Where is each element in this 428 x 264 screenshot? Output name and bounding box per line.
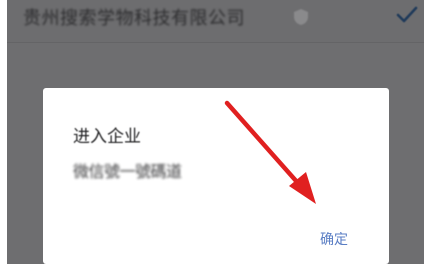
- confirm-button[interactable]: 确定: [320, 229, 348, 249]
- screen: 贵州搜索学物科技有限公司 进入企业 微信號一號碼道 确定: [0, 0, 428, 264]
- company-list-row[interactable]: 贵州搜索学物科技有限公司: [7, 0, 424, 43]
- dialog-title: 进入企业: [73, 127, 141, 147]
- check-icon[interactable]: [396, 6, 418, 24]
- dialog-message: 微信號一號碼道: [73, 162, 182, 181]
- shield-icon: [294, 9, 308, 25]
- enter-company-dialog: 进入企业 微信號一號碼道 确定: [43, 88, 389, 264]
- company-name: 贵州搜索学物科技有限公司: [23, 8, 245, 29]
- screen-edge-right: [424, 0, 428, 264]
- screen-edge-left: [0, 0, 7, 264]
